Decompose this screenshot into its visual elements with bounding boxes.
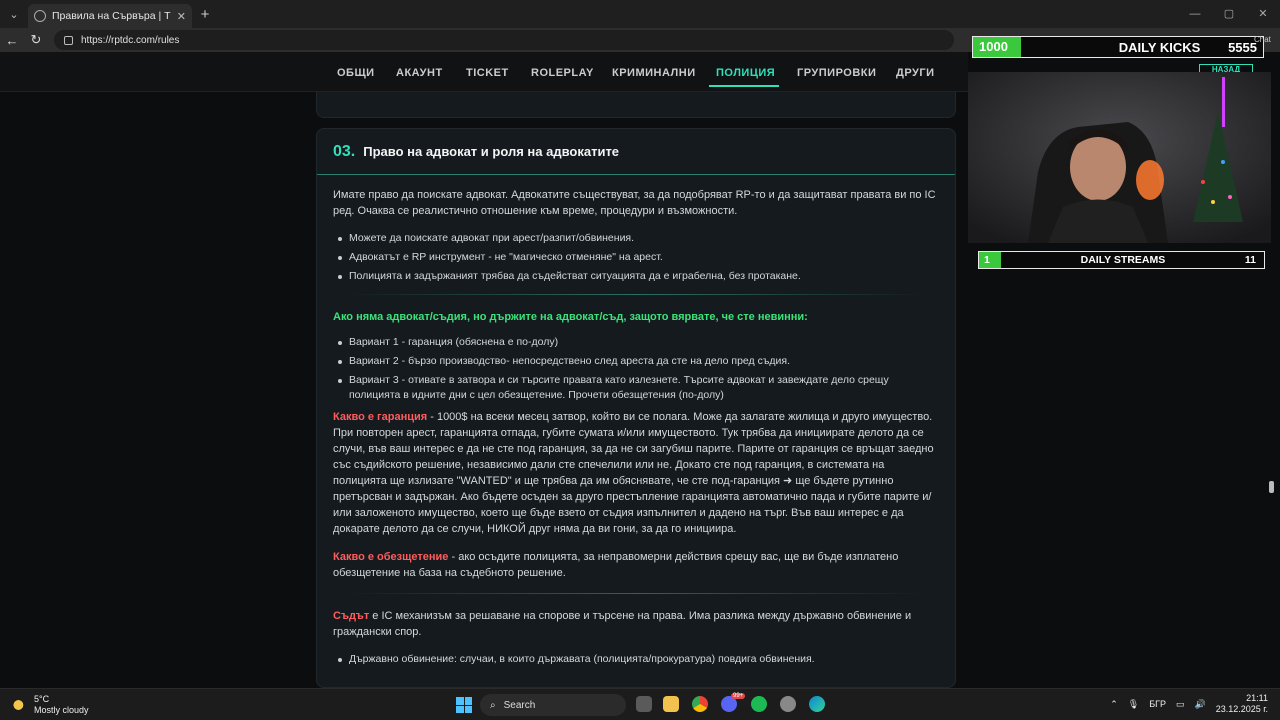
- previous-section-card: [316, 92, 956, 118]
- window-controls: — ▢ ✕: [1178, 0, 1280, 28]
- list-item: Вариант 3 - отивате в затвора и си търси…: [333, 373, 939, 403]
- chrome-icon[interactable]: [692, 696, 708, 712]
- active-nav-underline: [709, 85, 779, 87]
- site-info-icon[interactable]: [64, 35, 73, 45]
- url-field[interactable]: https://rptdc.com/rules: [54, 30, 954, 50]
- webcam-image: [968, 72, 1271, 243]
- site-navigation: ОБЩИ АКАУНТ TICKET ROLEPLAY КРИМИНАЛНИ П…: [0, 52, 968, 92]
- nav-item-other[interactable]: ДРУГИ: [896, 67, 935, 79]
- section-header: 03. Право на адвокат и роля на адвокатит…: [317, 129, 955, 175]
- maximize-button[interactable]: ▢: [1212, 0, 1246, 28]
- list-item: Вариант 1 - гаранция (обяснена е по-долу…: [333, 335, 939, 350]
- options-list: Вариант 1 - гаранция (обяснена е по-долу…: [333, 335, 939, 403]
- nav-item-roleplay[interactable]: ROLEPLAY: [531, 67, 594, 79]
- section-number: 03.: [333, 142, 356, 160]
- time: 21:11: [1246, 693, 1268, 703]
- weather-condition: Mostly cloudy: [34, 705, 89, 715]
- daily-kicks-bar: 1000 DAILY KICKS 5555: [972, 36, 1264, 58]
- rules-section-card: 03. Право на адвокат и роля на адвокатит…: [316, 128, 956, 688]
- streams-value: 11: [1244, 254, 1256, 266]
- close-window-button[interactable]: ✕: [1246, 0, 1280, 28]
- list-item: Адвокатът е RP инструмент - не "магическ…: [333, 250, 939, 265]
- compensation-paragraph: Какво е обезщетение - ако осъдите полици…: [333, 549, 939, 581]
- microphone-icon[interactable]: 🎙: [1128, 699, 1139, 710]
- nav-item-groups[interactable]: ГРУПИРОВКИ: [797, 67, 876, 79]
- streams-label: DAILY STREAMS: [1080, 254, 1166, 266]
- divider: [345, 294, 927, 295]
- spotify-icon[interactable]: [751, 696, 767, 712]
- url-text: https://rptdc.com/rules: [81, 34, 180, 46]
- obs-icon[interactable]: [780, 696, 796, 712]
- nav-item-police[interactable]: ПОЛИЦИЯ: [716, 67, 775, 79]
- nav-item-account[interactable]: АКАУНТ: [396, 67, 443, 79]
- task-view-icon[interactable]: [636, 696, 652, 712]
- court-label: Съдът: [333, 610, 370, 622]
- globe-icon: [34, 10, 46, 22]
- daily-streams-bar: 1 DAILY STREAMS 11: [978, 251, 1265, 269]
- windows-start-icon[interactable]: [456, 697, 472, 713]
- tray-chevron-icon[interactable]: ⌃: [1110, 699, 1118, 710]
- section-title: Право на адвокат и роля на адвокатите: [363, 144, 620, 159]
- clock[interactable]: 21:11 23.12.2025 г.: [1216, 693, 1268, 715]
- browser-tab-bar: ⌄ Правила на Сървъра | TDC Roleplay ✕ + …: [0, 0, 1280, 28]
- webcam-feed: [968, 72, 1271, 243]
- date: 23.12.2025 г.: [1215, 704, 1268, 714]
- temperature: 5°C: [34, 694, 50, 704]
- system-tray: ⌃ 🎙 БГР ▭ 🔊 21:11 23.12.2025 г.: [1110, 693, 1268, 715]
- guarantee-label: Какво е гаранция: [333, 411, 428, 423]
- divider: [345, 593, 927, 594]
- search-label: Search: [503, 699, 536, 711]
- language-indicator[interactable]: БГР: [1149, 699, 1166, 709]
- tab-title: Правила на Сървъра | TDC Roleplay: [52, 10, 171, 22]
- windows-taskbar: 5°C Mostly cloudy ⌕ Search 99+ ⌃ 🎙 БГР ▭ …: [0, 688, 1280, 720]
- section-body: Имате право да поискате адвокат. Адвокат…: [317, 175, 955, 667]
- guarantee-text: - 1000$ на всеки месец затвор, който ви …: [333, 411, 934, 535]
- search-icon: ⌕: [490, 699, 496, 711]
- guarantee-paragraph: Какво е гаранция - 1000$ на всеки месец …: [333, 409, 939, 537]
- chat-label[interactable]: Chat: [1254, 35, 1271, 44]
- kicks-count: 1000: [973, 37, 1021, 57]
- nav-item-general[interactable]: ОБЩИ: [337, 67, 375, 79]
- court-paragraph: Съдът е IC механизъм за решаване на спор…: [333, 608, 939, 640]
- page-scrollbar-thumb[interactable]: [1269, 481, 1274, 493]
- weather-widget[interactable]: 5°C Mostly cloudy: [12, 694, 89, 716]
- court-text: е IC механизъм за решаване на спорове и …: [333, 610, 912, 638]
- nav-item-ticket[interactable]: TICKET: [466, 67, 509, 79]
- tab-close-icon[interactable]: ✕: [177, 10, 186, 23]
- weather-cloudy-icon: [12, 698, 28, 712]
- volume-icon[interactable]: 🔊: [1195, 699, 1206, 710]
- list-item: Държавно обвинение: случаи, в които държ…: [333, 652, 939, 667]
- reload-icon[interactable]: ↻: [24, 32, 48, 48]
- discord-badge: 99+: [731, 693, 746, 699]
- back-arrow-icon[interactable]: ←: [0, 33, 24, 48]
- taskbar-search[interactable]: ⌕ Search: [480, 694, 626, 716]
- minimize-button[interactable]: —: [1178, 0, 1212, 28]
- list-item: Вариант 2 - бързо производство- непосред…: [333, 354, 939, 369]
- network-icon[interactable]: ▭: [1176, 699, 1185, 710]
- tab-list-chevron-icon[interactable]: ⌄: [0, 0, 28, 28]
- streams-count: 1: [979, 252, 1001, 268]
- file-explorer-icon[interactable]: [663, 696, 679, 712]
- list-item: Полицията и задържаният трябва да съдейс…: [333, 269, 939, 284]
- lawyer-rights-list: Можете да поискате адвокат при арест/раз…: [333, 231, 939, 284]
- no-lawyer-heading: Ако няма адвокат/съдия, но държите на ад…: [333, 311, 808, 323]
- intro-paragraph: Имате право да поискате адвокат. Адвокат…: [333, 189, 936, 217]
- new-tab-button[interactable]: +: [192, 6, 218, 23]
- list-item: Можете да поискате адвокат при арест/раз…: [333, 231, 939, 246]
- kicks-label: DAILY KICKS: [1118, 39, 1201, 55]
- browser-tab[interactable]: Правила на Сървъра | TDC Roleplay ✕: [28, 4, 192, 28]
- edge-icon[interactable]: [809, 696, 825, 712]
- compensation-label: Какво е обезщетение: [333, 551, 449, 563]
- nav-item-criminal[interactable]: КРИМИНАЛНИ: [612, 67, 696, 79]
- court-list: Държавно обвинение: случаи, в които държ…: [333, 652, 939, 667]
